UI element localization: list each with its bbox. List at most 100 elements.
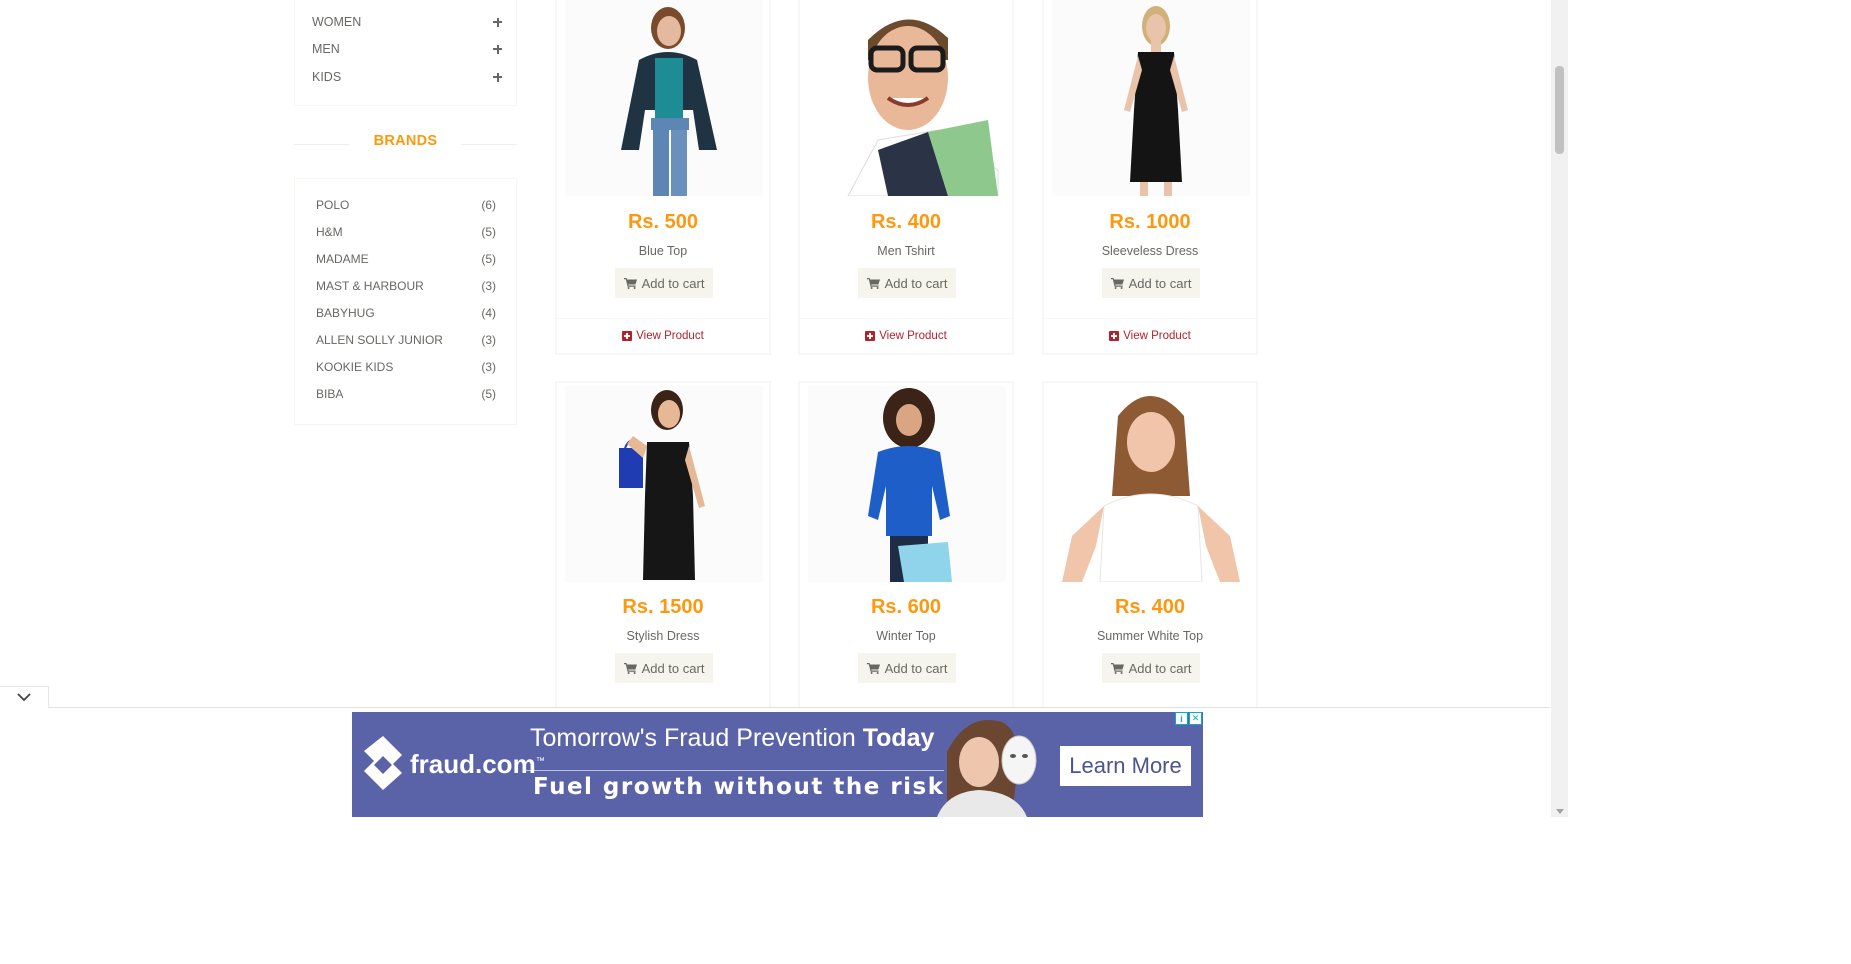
- product-name: Sleeveless Dress: [1101, 244, 1199, 258]
- brand-name: KOOKIE KIDS: [316, 360, 394, 374]
- brand-count: (3): [481, 279, 496, 293]
- plus-icon[interactable]: [493, 44, 502, 54]
- ad-headline-main: Tomorrow's Fraud Prevention: [530, 724, 863, 752]
- ad-person-image: [937, 720, 1037, 817]
- brand-count: (6): [481, 198, 496, 212]
- add-to-cart-button[interactable]: Add to cart: [615, 653, 713, 683]
- product-image[interactable]: [808, 0, 1006, 196]
- product-price: Rs. 400: [1114, 596, 1186, 618]
- product-name: Stylish Dress: [626, 629, 700, 643]
- shopping-cart-icon: [866, 277, 880, 289]
- ad-logo-tm: ™: [535, 755, 545, 766]
- ad-choices[interactable]: i ✕: [1175, 712, 1202, 726]
- category-label: KIDS: [312, 70, 342, 84]
- view-product-link[interactable]: View Product: [1044, 318, 1256, 353]
- product-name: Men Tshirt: [877, 244, 935, 258]
- plus-square-icon: [622, 331, 633, 341]
- ad-close-icon[interactable]: ✕: [1189, 712, 1202, 725]
- add-to-cart-button[interactable]: Add to cart: [858, 268, 956, 298]
- product-image[interactable]: [565, 386, 763, 582]
- add-to-cart-button[interactable]: Add to cart: [615, 268, 713, 298]
- view-product-label: View Product: [636, 330, 704, 342]
- brand-name: ALLEN SOLLY JUNIOR: [316, 333, 443, 347]
- view-product-label: View Product: [879, 330, 947, 342]
- brand-count: (5): [481, 225, 496, 239]
- brand-link-hm[interactable]: H&M (5): [316, 223, 496, 241]
- scrollbar-thumb[interactable]: [1555, 66, 1564, 154]
- view-product-link[interactable]: View Product: [557, 318, 769, 353]
- ad-collapse-toggle[interactable]: [0, 686, 49, 708]
- ad-divider: [524, 770, 944, 771]
- brand-count: (5): [481, 252, 496, 266]
- add-to-cart-label: Add to cart: [1128, 660, 1192, 676]
- product-price: Rs. 1500: [622, 596, 704, 618]
- product-price: Rs. 500: [627, 211, 699, 233]
- product-name: Summer White Top: [1096, 629, 1204, 643]
- brand-name: MAST & HARBOUR: [316, 279, 424, 293]
- ad-info-icon[interactable]: i: [1175, 712, 1188, 725]
- product-name: Winter Top: [876, 629, 936, 643]
- brand-name: POLO: [316, 198, 350, 212]
- product-name: Blue Top: [638, 244, 688, 258]
- page-scrollbar[interactable]: [1551, 0, 1568, 817]
- product-card: Rs. 600 Winter Top Add to cart: [798, 381, 1014, 721]
- category-kids[interactable]: KIDS: [312, 67, 502, 87]
- plus-square-icon: [1109, 331, 1120, 341]
- brand-link-biba[interactable]: BIBA (5): [316, 385, 496, 403]
- shopping-cart-icon: [623, 277, 637, 289]
- brand-name: H&M: [316, 225, 343, 239]
- product-card: Rs. 1000 Sleeveless Dress Add to cart Vi…: [1042, 0, 1258, 355]
- category-men[interactable]: MEN: [312, 39, 502, 59]
- brand-name: MADAME: [316, 252, 369, 266]
- product-image[interactable]: [808, 386, 1006, 582]
- product-price: Rs. 1000: [1109, 211, 1191, 233]
- brand-link-allen-solly-junior[interactable]: ALLEN SOLLY JUNIOR (3): [316, 331, 496, 349]
- product-photo-sleeveless-dress: [1052, 0, 1250, 196]
- product-image[interactable]: [565, 0, 763, 196]
- shopping-cart-icon: [866, 662, 880, 674]
- add-to-cart-label: Add to cart: [641, 275, 705, 291]
- product-card: Rs. 1500 Stylish Dress Add to cart: [555, 381, 771, 721]
- product-price: Rs. 600: [870, 596, 942, 618]
- add-to-cart-button[interactable]: Add to cart: [858, 653, 956, 683]
- product-card: Rs. 400 Men Tshirt Add to cart View Prod…: [798, 0, 1014, 355]
- product-image[interactable]: [1052, 0, 1250, 196]
- add-to-cart-button[interactable]: Add to cart: [1102, 268, 1200, 298]
- product-image[interactable]: [1052, 386, 1250, 582]
- brand-link-mast-harbour[interactable]: MAST & HARBOUR (3): [316, 277, 496, 295]
- view-product-link[interactable]: View Product: [800, 318, 1012, 353]
- brand-link-madame[interactable]: MADAME (5): [316, 250, 496, 268]
- brand-link-polo[interactable]: POLO (6): [316, 196, 496, 214]
- ad-learn-more-button[interactable]: Learn More: [1060, 746, 1191, 786]
- category-label: WOMEN: [312, 15, 362, 29]
- ad-subline: Fuel growth without the risk: [533, 774, 945, 800]
- brand-count: (3): [481, 333, 496, 347]
- product-photo-woman-blue-top: [565, 0, 763, 196]
- brand-link-kookie-kids[interactable]: KOOKIE KIDS (3): [316, 358, 496, 376]
- category-panel: WOMEN MEN KIDS: [294, 0, 517, 106]
- brands-panel: POLO (6) H&M (5) MADAME (5) MAST & HARBO…: [294, 178, 517, 425]
- category-women[interactable]: WOMEN: [312, 12, 502, 32]
- add-to-cart-label: Add to cart: [1128, 275, 1192, 291]
- brand-count: (3): [481, 360, 496, 374]
- shopping-cart-icon: [1110, 662, 1124, 674]
- ad-banner[interactable]: fraud.com™ Tomorrow's Fraud Prevention T…: [352, 712, 1203, 817]
- scroll-down-arrow-icon[interactable]: [1556, 809, 1564, 814]
- brand-name: BABYHUG: [316, 306, 375, 320]
- add-to-cart-button[interactable]: Add to cart: [1102, 653, 1200, 683]
- page-viewport: WOMEN MEN KIDS BRANDS POLO (6) H&M (5) M…: [0, 0, 1831, 964]
- ad-logo-text: fraud.com™: [410, 749, 545, 780]
- brand-link-babyhug[interactable]: BABYHUG (4): [316, 304, 496, 322]
- product-card: Rs. 400 Summer White Top Add to cart: [1042, 381, 1258, 721]
- product-photo-winter-top: [808, 386, 1006, 582]
- chevron-down-icon: [17, 693, 31, 702]
- product-photo-man-tshirt: [808, 0, 1006, 196]
- add-to-cart-label: Add to cart: [884, 660, 948, 676]
- category-label: MEN: [312, 42, 340, 56]
- ad-headline-bold: Today: [862, 724, 935, 752]
- plus-icon[interactable]: [493, 17, 502, 27]
- plus-icon[interactable]: [493, 72, 502, 82]
- add-to-cart-label: Add to cart: [884, 275, 948, 291]
- fraud-logo-icon: [364, 736, 402, 790]
- brands-heading: BRANDS: [294, 133, 517, 155]
